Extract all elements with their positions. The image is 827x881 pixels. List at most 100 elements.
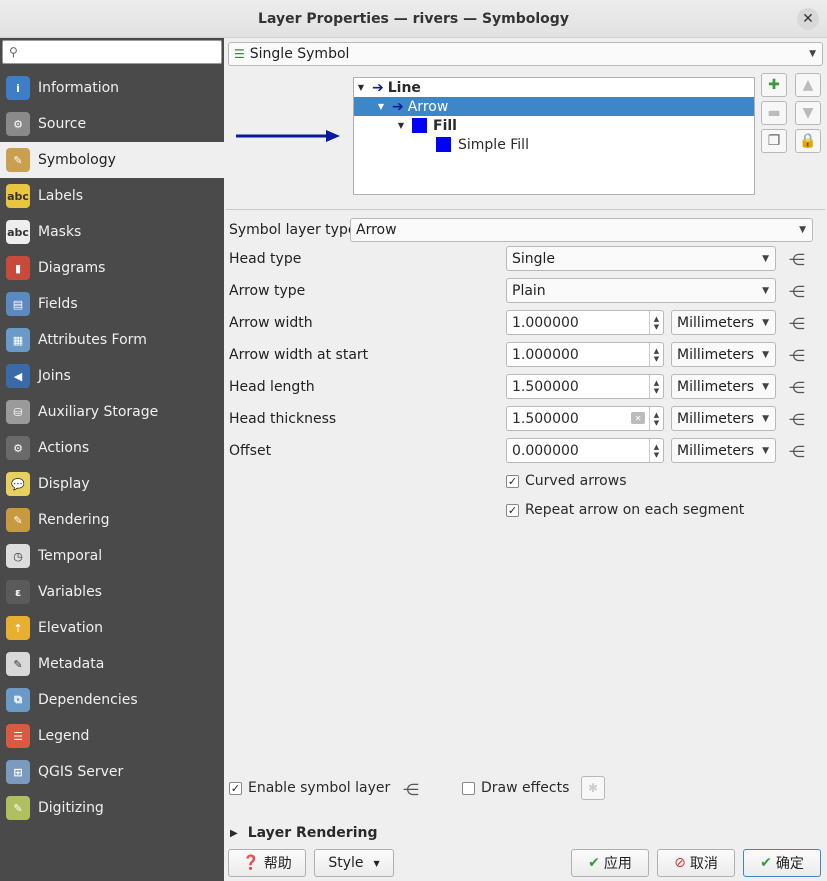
sidebar-item-label: Diagrams	[38, 260, 106, 276]
sidebar-item-label: Digitizing	[38, 800, 104, 816]
sidebar-item-labels[interactable]: abc Labels	[0, 178, 224, 214]
data-defined-override-button[interactable]: ⋲	[784, 440, 810, 462]
tree-item-simple-fill[interactable]: Simple Fill	[354, 135, 754, 154]
sidebar-item-masks[interactable]: abc Masks	[0, 214, 224, 250]
sidebar-item-digitizing[interactable]: ✎ Digitizing	[0, 790, 224, 826]
sidebar-item-symbology[interactable]: ✎ Symbology	[0, 142, 224, 178]
clear-icon[interactable]: ✕	[631, 412, 645, 424]
ok-button[interactable]: ✔ 确定	[743, 849, 821, 877]
offset-input[interactable]: 0.000000 ▲ ▼	[506, 438, 664, 463]
sidebar-item-rendering[interactable]: ✎ Rendering	[0, 502, 224, 538]
add-layer-button[interactable]: ✚	[761, 73, 787, 97]
sidebar-item-information[interactable]: i Information	[0, 70, 224, 106]
repeat-arrow-checkbox[interactable]: ✓ Repeat arrow on each segment	[506, 502, 744, 518]
data-defined-override-button[interactable]: ⋲	[784, 408, 810, 430]
sidebar-item-attributes-form[interactable]: ▦ Attributes Form	[0, 322, 224, 358]
up-arrow-icon: ▲	[802, 77, 814, 93]
plus-icon: ✚	[768, 77, 780, 93]
spin-buttons[interactable]: ▲ ▼	[649, 439, 663, 462]
head-length-input[interactable]: 1.500000 ▲ ▼	[506, 374, 664, 399]
data-defined-icon: ⋲	[789, 409, 805, 429]
layer-rendering-toggle[interactable]: ▶ Layer Rendering	[230, 825, 378, 841]
sidebar: ⚲ i Information ⚙ Source ✎ Symbology abc Labels…	[0, 38, 224, 881]
sidebar-item-label: Variables	[38, 584, 102, 600]
data-defined-override-button[interactable]: ⋲	[784, 376, 810, 398]
data-defined-override-button[interactable]: ⋲	[398, 778, 424, 800]
sidebar-item-label: Rendering	[38, 512, 110, 528]
close-button[interactable]: ✕	[797, 8, 819, 30]
sidebar-item-label: Labels	[38, 188, 84, 204]
head-thickness-input[interactable]: 1.500000 ✕ ▲ ▼	[506, 406, 664, 431]
tree-item-arrow[interactable]: ▼ ➔ Arrow	[354, 97, 754, 116]
cancel-button[interactable]: ⊘ 取消	[657, 849, 735, 877]
sidebar-item-label: Elevation	[38, 620, 104, 636]
close-icon: ✕	[802, 11, 814, 27]
sidebar-item-actions[interactable]: ⚙ Actions	[0, 430, 224, 466]
expand-icon: ▼	[357, 83, 365, 92]
sidebar-item-elevation[interactable]: ⇡ Elevation	[0, 610, 224, 646]
head-thickness-unit-select[interactable]: Millimeters ▼	[671, 406, 776, 431]
sidebar-item-metadata[interactable]: ✎ Metadata	[0, 646, 224, 682]
spin-buttons[interactable]: ▲ ▼	[649, 375, 663, 398]
apply-button[interactable]: ✔ 应用	[571, 849, 649, 877]
cancel-icon: ⊘	[674, 855, 686, 871]
style-button[interactable]: Style ▼	[314, 849, 394, 877]
checkbox-checked-icon: ✓	[506, 474, 519, 488]
arrow-type-select[interactable]: Plain ▼	[506, 278, 776, 303]
wrench-icon: ⚙	[6, 112, 30, 136]
spin-buttons[interactable]: ▲ ▼	[649, 407, 663, 430]
remove-layer-button[interactable]: ▬	[761, 101, 787, 125]
symbol-tree[interactable]: ▼ ➔ Line ▼ ➔ Arrow ▼ Fill Simple Fill	[353, 77, 755, 195]
sidebar-item-dependencies[interactable]: ⧉ Dependencies	[0, 682, 224, 718]
search-input[interactable]: ⚲	[2, 40, 222, 64]
data-defined-override-button[interactable]: ⋲	[784, 312, 810, 334]
symbol-layer-type-select[interactable]: Arrow ▼	[350, 218, 813, 242]
data-defined-override-button[interactable]: ⋲	[784, 344, 810, 366]
sidebar-item-source[interactable]: ⚙ Source	[0, 106, 224, 142]
curved-arrows-checkbox[interactable]: ✓ Curved arrows	[506, 473, 627, 489]
help-button[interactable]: ❓ 帮助	[228, 849, 306, 877]
sidebar-item-legend[interactable]: ☰ Legend	[0, 718, 224, 754]
data-defined-icon: ⋲	[789, 313, 805, 333]
duplicate-layer-button[interactable]: ❐	[761, 129, 787, 153]
chevron-down-icon: ▼	[762, 381, 769, 392]
sidebar-item-temporal[interactable]: ◷ Temporal	[0, 538, 224, 574]
sidebar-item-auxiliary-storage[interactable]: ⛁ Auxiliary Storage	[0, 394, 224, 430]
data-defined-override-button[interactable]: ⋲	[784, 280, 810, 302]
sidebar-item-fields[interactable]: ▤ Fields	[0, 286, 224, 322]
head-type-select[interactable]: Single ▼	[506, 246, 776, 271]
arrow-width-unit-select[interactable]: Millimeters ▼	[671, 310, 776, 335]
down-arrow-icon: ▼	[802, 105, 814, 121]
enable-symbol-layer-checkbox[interactable]: ✓ Enable symbol layer	[229, 780, 390, 796]
arrow-width-input[interactable]: 1.000000 ▲ ▼	[506, 310, 664, 335]
auxiliary-storage-icon: ⛁	[6, 400, 30, 424]
offset-unit-select[interactable]: Millimeters ▼	[671, 438, 776, 463]
spin-buttons[interactable]: ▲ ▼	[649, 343, 663, 366]
renderer-select[interactable]: ☰ Single Symbol ▼	[228, 42, 823, 66]
display-icon: 💬	[6, 472, 30, 496]
lock-color-button[interactable]: 🔒	[795, 129, 821, 153]
arrow-layer-icon: ➔	[392, 98, 404, 115]
arrow-width-start-unit-select[interactable]: Millimeters ▼	[671, 342, 776, 367]
metadata-icon: ✎	[6, 652, 30, 676]
sidebar-item-variables[interactable]: ε Variables	[0, 574, 224, 610]
sidebar-item-display[interactable]: 💬 Display	[0, 466, 224, 502]
arrow-width-start-input[interactable]: 1.000000 ▲ ▼	[506, 342, 664, 367]
head-length-unit-select[interactable]: Millimeters ▼	[671, 374, 776, 399]
sidebar-item-diagrams[interactable]: ▮ Diagrams	[0, 250, 224, 286]
spin-buttons[interactable]: ▲ ▼	[649, 311, 663, 334]
sidebar-item-joins[interactable]: ◀ Joins	[0, 358, 224, 394]
data-defined-override-button[interactable]: ⋲	[784, 248, 810, 270]
sidebar-item-label: Source	[38, 116, 87, 132]
draw-effects-checkbox[interactable]: Draw effects	[462, 780, 569, 796]
data-defined-icon: ⋲	[789, 249, 805, 269]
tree-item-fill[interactable]: ▼ Fill	[354, 116, 754, 135]
divider	[226, 209, 825, 210]
single-symbol-icon: ☰	[234, 47, 245, 61]
move-up-button[interactable]: ▲	[795, 73, 821, 97]
help-icon: ❓	[242, 855, 260, 871]
effects-settings-button[interactable]: ✱	[581, 776, 605, 800]
sidebar-item-qgis-server[interactable]: ⊞ QGIS Server	[0, 754, 224, 790]
tree-item-line[interactable]: ▼ ➔ Line	[354, 78, 754, 97]
move-down-button[interactable]: ▼	[795, 101, 821, 125]
